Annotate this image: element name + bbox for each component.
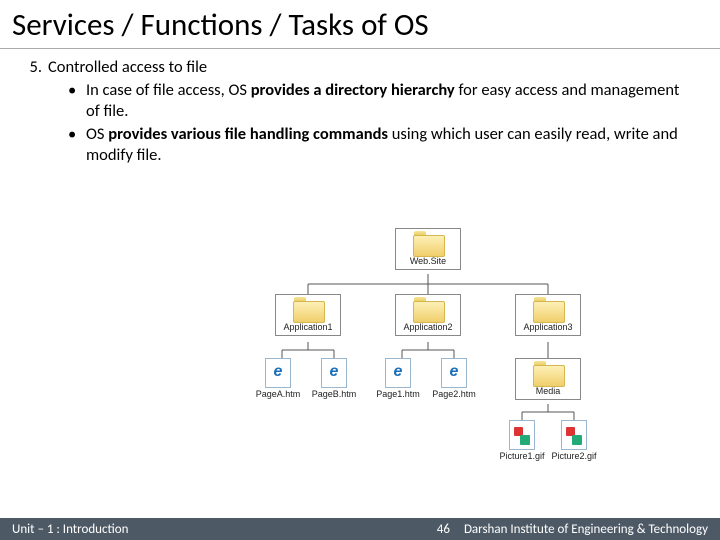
image-file-icon (509, 420, 535, 450)
bullet-item: In case of file access, OS provides a di… (68, 80, 696, 122)
tree-root-node: Web.Site (395, 228, 461, 270)
ie-file-icon (321, 358, 347, 388)
footer-unit: Unit – 1 : Introduction (12, 522, 128, 537)
tree-media-node: Media (515, 358, 581, 400)
directory-hierarchy-diagram: Web.Site Application1 Application2 Appli… (250, 226, 640, 476)
tree-picture-node: Picture2.gif (546, 420, 602, 461)
folder-icon (413, 231, 443, 255)
node-label: Application3 (518, 323, 578, 332)
bullet-text-pre: In case of file access, OS (86, 80, 251, 100)
node-label: Page1.htm (370, 390, 426, 399)
node-label: Application2 (398, 323, 458, 332)
tree-page-node: Page1.htm (370, 358, 426, 399)
folder-icon (293, 297, 323, 321)
slide-title: Services / Functions / Tasks of OS (0, 0, 720, 49)
tree-app-node: Application1 (275, 294, 341, 336)
bullet-item: OS provides various file handling comman… (68, 124, 696, 166)
tree-page-node: PageA.htm (250, 358, 306, 399)
node-label: Media (518, 387, 578, 396)
node-label: PageA.htm (250, 390, 306, 399)
bullet-dot (68, 80, 86, 122)
slide-footer: Unit – 1 : Introduction 46 Darshan Insti… (0, 518, 720, 540)
numbered-item: 5. Controlled access to file (24, 57, 696, 78)
tree-picture-node: Picture1.gif (494, 420, 550, 461)
content-block: 5. Controlled access to file In case of … (0, 49, 720, 167)
image-file-icon (561, 420, 587, 450)
tree-app-node: Application2 (395, 294, 461, 336)
node-label: Picture2.gif (546, 452, 602, 461)
bullet-text-pre: OS (86, 124, 108, 144)
footer-page-number: 46 (423, 522, 464, 537)
folder-icon (413, 297, 443, 321)
ie-file-icon (441, 358, 467, 388)
ie-file-icon (265, 358, 291, 388)
item-number: 5. (24, 57, 48, 78)
tree-app-node: Application3 (515, 294, 581, 336)
node-label: Page2.htm (426, 390, 482, 399)
node-label: Web.Site (398, 257, 458, 266)
tree-page-node: Page2.htm (426, 358, 482, 399)
node-label: Picture1.gif (494, 452, 550, 461)
item-heading: Controlled access to file (48, 57, 207, 78)
node-label: Application1 (278, 323, 338, 332)
node-label: PageB.htm (306, 390, 362, 399)
bullet-dot (68, 124, 86, 166)
tree-page-node: PageB.htm (306, 358, 362, 399)
bullet-text-bold: provides various file handling commands (108, 124, 388, 144)
ie-file-icon (385, 358, 411, 388)
bullet-text-bold: provides a directory hierarchy (251, 80, 455, 100)
footer-institute: Darshan Institute of Engineering & Techn… (464, 522, 708, 537)
folder-icon (533, 361, 563, 385)
folder-icon (533, 297, 563, 321)
